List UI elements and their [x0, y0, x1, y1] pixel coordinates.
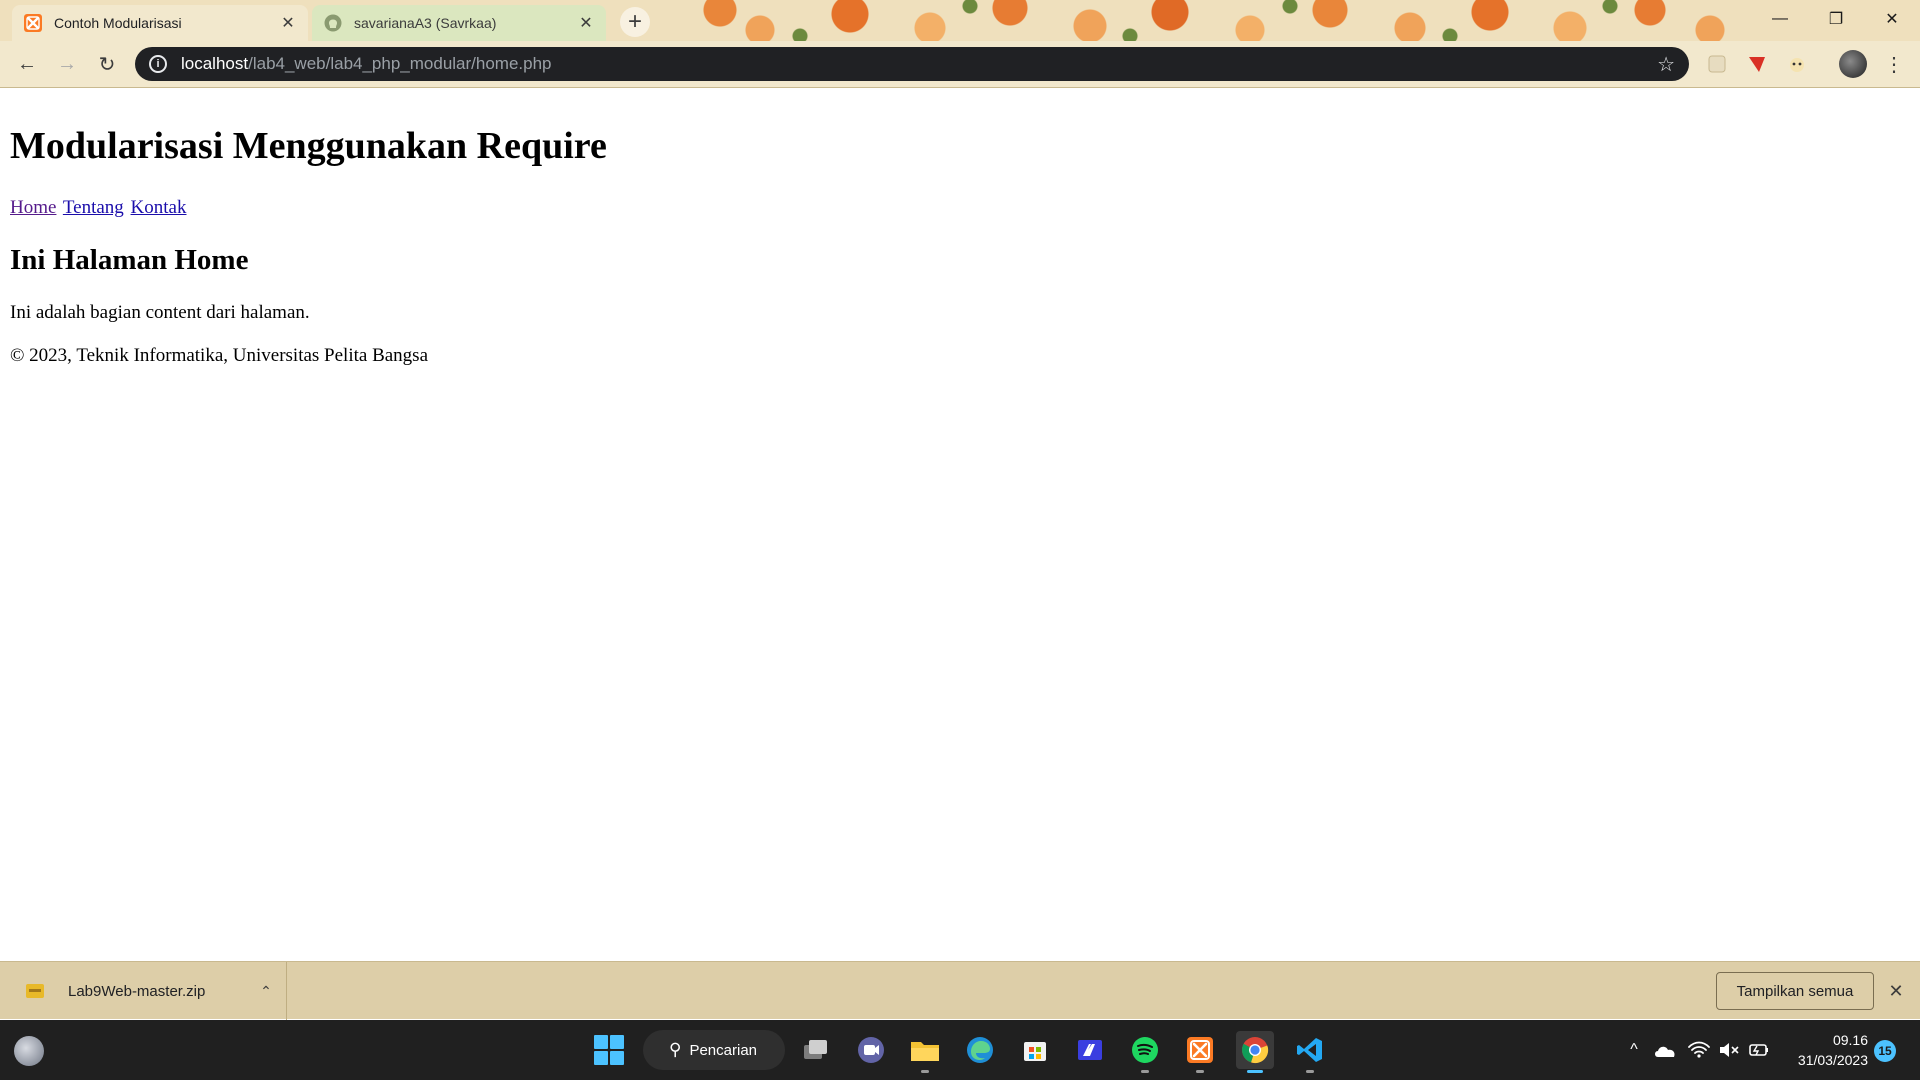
new-tab-button[interactable]: + [620, 7, 650, 37]
chrome-icon[interactable] [1236, 1031, 1274, 1073]
nav-link-tentang[interactable]: Tentang [63, 197, 124, 218]
volume-muted-icon[interactable] [1716, 1038, 1742, 1062]
github-icon [324, 14, 342, 32]
browser-menu-icon[interactable]: ⋮ [1882, 50, 1906, 78]
minimize-button[interactable]: — [1752, 0, 1808, 38]
cat-extension-icon[interactable] [1785, 52, 1809, 76]
address-bar[interactable]: i localhost/lab4_web/lab4_php_modular/ho… [135, 47, 1689, 81]
xampp-taskbar-icon[interactable] [1181, 1031, 1219, 1073]
nav-link-kontak[interactable]: Kontak [131, 197, 187, 218]
tab-contoh-modularisasi[interactable]: Contoh Modularisasi ✕ [12, 5, 308, 41]
site-info-icon[interactable]: i [149, 55, 167, 73]
search-icon: ⚲ [669, 1040, 682, 1059]
microsoft-store-icon[interactable] [1016, 1031, 1054, 1069]
nav-link-home[interactable]: Home [10, 197, 56, 218]
weather-widget-icon[interactable] [14, 1036, 44, 1066]
show-hidden-icons-chevron[interactable]: ^ [1622, 1038, 1646, 1062]
close-window-button[interactable]: ✕ [1864, 0, 1920, 38]
web-page-content: Modularisasi Menggunakan Require Home Te… [0, 89, 1920, 961]
file-explorer-icon[interactable] [906, 1031, 944, 1073]
restore-button[interactable]: ❐ [1808, 0, 1864, 38]
windows-taskbar: ⚲ Pencarian ^ 09.16 31/03/2023 15 [0, 1020, 1920, 1080]
page-footer: © 2023, Teknik Informatika, Universitas … [10, 344, 429, 366]
xampp-icon [24, 14, 42, 32]
clock-time: 09.16 [1832, 1032, 1868, 1048]
url-text[interactable]: localhost/lab4_web/lab4_php_modular/home… [181, 54, 1657, 74]
page-nav: Home Tentang Kontak [10, 197, 1910, 219]
chevron-up-icon[interactable]: ⌃ [246, 983, 286, 1000]
reload-button[interactable]: ↻ [92, 49, 122, 79]
download-shelf: Lab9Web-master.zip ⌃ Tampilkan semua ✕ [0, 961, 1920, 1020]
ms-app-icon[interactable] [1071, 1031, 1109, 1069]
page-title: Modularisasi Menggunakan Require [10, 125, 607, 167]
page-content-text: Ini adalah bagian content dari halaman. [10, 302, 310, 324]
window-controls: — ❐ ✕ [1752, 0, 1920, 38]
url-host: localhost [181, 54, 249, 73]
browser-tab-strip: Contoh Modularisasi ✕ savarianaA3 (Savrk… [0, 0, 1920, 41]
tab-title: Contoh Modularisasi [54, 15, 182, 31]
tab-github[interactable]: savarianaA3 (Savrkaa) ✕ [312, 5, 606, 41]
bookmark-star-icon[interactable]: ☆ [1657, 52, 1675, 77]
onedrive-cloud-icon[interactable] [1652, 1038, 1678, 1062]
edge-icon[interactable] [961, 1031, 999, 1069]
task-view-icon[interactable] [797, 1031, 835, 1069]
forward-button[interactable]: → [52, 49, 82, 79]
teams-chat-icon[interactable] [852, 1031, 890, 1069]
battery-icon[interactable] [1746, 1038, 1772, 1062]
close-shelf-icon[interactable]: ✕ [1884, 979, 1908, 1003]
browser-toolbar: ← → ↻ i localhost/lab4_web/lab4_php_modu… [0, 41, 1920, 88]
close-tab-icon[interactable]: ✕ [576, 13, 596, 33]
page-subheading: Ini Halaman Home [10, 243, 249, 276]
clock-date: 31/03/2023 [1797, 1052, 1868, 1068]
notification-count-badge[interactable]: 15 [1874, 1040, 1896, 1062]
download-item[interactable]: Lab9Web-master.zip ⌃ [0, 962, 287, 1020]
windows-start-icon[interactable] [594, 1035, 624, 1065]
taskbar-search[interactable]: ⚲ Pencarian [643, 1030, 785, 1070]
taskbar-clock[interactable]: 09.16 31/03/2023 [1788, 1030, 1868, 1070]
url-path: /lab4_web/lab4_php_modular/home.php [248, 54, 552, 73]
zip-file-icon [26, 984, 44, 998]
search-label: Pencarian [689, 1041, 757, 1059]
tab-title: savarianaA3 (Savrkaa) [354, 15, 497, 31]
profile-avatar[interactable] [1839, 50, 1867, 78]
back-button[interactable]: ← [12, 49, 42, 79]
download-file-name: Lab9Web-master.zip [68, 982, 206, 1000]
close-tab-icon[interactable]: ✕ [278, 13, 298, 33]
spotify-icon[interactable] [1126, 1031, 1164, 1073]
show-all-downloads-button[interactable]: Tampilkan semua [1716, 972, 1874, 1010]
extension-icon[interactable] [1705, 52, 1729, 76]
wifi-icon[interactable] [1686, 1038, 1712, 1062]
vscode-icon[interactable] [1291, 1031, 1329, 1073]
red-flag-extension-icon[interactable] [1745, 52, 1769, 76]
